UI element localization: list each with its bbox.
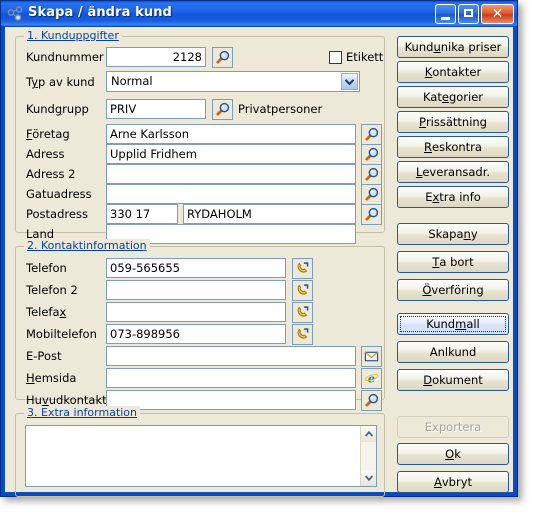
adress-input[interactable]: Upplid Fridhem <box>106 144 356 164</box>
avbryt-button[interactable]: Avbryt <box>397 471 509 493</box>
reskontra-button[interactable]: Reskontra <box>397 136 509 158</box>
overforing-button[interactable]: Överföring <box>397 279 509 301</box>
ok-button[interactable]: Ok <box>397 443 509 465</box>
gatuadress-search-icon-button[interactable] <box>361 184 382 205</box>
adress-label: Adress <box>26 147 65 161</box>
chevron-down-icon[interactable] <box>341 73 358 90</box>
kundnummer-label: Kundnummer <box>26 50 104 64</box>
skapa-ny-button[interactable]: Skapa ny <box>397 223 509 245</box>
kategorier-button[interactable]: Kat e gorier <box>397 86 509 108</box>
epost-input[interactable] <box>106 346 356 366</box>
kontakter-button[interactable]: Kontakter <box>397 61 509 83</box>
etikett-label: Etikett <box>346 50 384 64</box>
kundnummer-search-icon-button[interactable] <box>212 47 233 68</box>
kundgrupp-search-icon-button[interactable] <box>212 99 233 120</box>
dialog-client-area: 1. Kunduppgifter Kundnummer 2128 Etikett… <box>4 26 514 497</box>
typ-av-kund-value: Normal <box>111 74 153 88</box>
minimize-button[interactable] <box>435 4 456 24</box>
typ-av-kund-select[interactable]: Normal <box>106 71 360 92</box>
network-nodes-icon <box>7 6 25 22</box>
telefon2-dial-icon-button[interactable] <box>292 280 313 301</box>
exportera-button: Exportera <box>397 416 509 438</box>
telefax-dial-icon-button[interactable] <box>292 302 313 323</box>
telefon2-label: Telefon 2 <box>26 283 78 297</box>
huvudkontakt-search-icon-button[interactable] <box>361 390 382 411</box>
kundgrupp-input[interactable]: PRIV <box>106 99 206 119</box>
hemsida-input[interactable] <box>106 368 356 388</box>
telefax-input[interactable] <box>106 302 286 322</box>
anlkund-button[interactable]: Anlkund <box>397 341 509 363</box>
title-bar[interactable]: Skapa / ändra kund ✕ <box>1 1 517 27</box>
email-icon-button[interactable] <box>361 346 382 367</box>
adress-search-icon-button[interactable] <box>361 144 382 165</box>
telefon-label: Telefon <box>26 261 67 275</box>
extra-information-scrollbar[interactable] <box>360 426 376 486</box>
extra-info-button[interactable]: Ex tra info <box>397 186 509 208</box>
scroll-up-icon[interactable] <box>361 426 376 442</box>
group-extra-information-title: 3. Extra information <box>24 406 141 419</box>
extra-information-textarea[interactable] <box>25 425 377 487</box>
ort-input[interactable]: RYDAHOLM <box>183 204 356 224</box>
typ-av-kund-label: Typ av kund <box>26 75 95 89</box>
kundmall-button[interactable]: Kundmall <box>397 313 509 335</box>
adress2-search-icon-button[interactable] <box>361 164 382 185</box>
postnummer-input[interactable]: 330 17 <box>106 204 178 224</box>
etikett-checkbox[interactable] <box>329 51 342 64</box>
window-controls: ✕ <box>435 4 514 24</box>
telefax-label: Telefax <box>26 305 67 319</box>
adress2-label: Adress 2 <box>26 167 76 181</box>
mobiltelefon-input[interactable]: 073-898956 <box>106 324 286 344</box>
prissattning-button[interactable]: Prissättning <box>397 111 509 133</box>
group-kontaktinformation: 2. Kontaktinformation Telefon 059-565655… <box>15 239 385 411</box>
gatuadress-label: Gatuadress <box>26 187 92 201</box>
adress2-input[interactable] <box>106 164 356 184</box>
dialog-window: Skapa / ändra kund ✕ 1. Kunduppgifter Ku… <box>0 0 518 497</box>
epost-label: E-Post <box>26 349 62 363</box>
kundgrupp-description: Privatpersoner <box>238 102 323 116</box>
kundnummer-input[interactable]: 2128 <box>106 47 206 67</box>
telefon2-input[interactable] <box>106 280 286 300</box>
foretag-label: Företag <box>26 127 70 141</box>
svg-text:e: e <box>368 371 375 385</box>
postadress-label: Postadress <box>26 207 88 221</box>
scroll-down-icon[interactable] <box>361 470 376 486</box>
group-kunduppgifter-title: 1. Kunduppgifter <box>24 29 122 42</box>
screenshot-root: Skapa / ändra kund ✕ 1. Kunduppgifter Ku… <box>0 0 534 515</box>
telefon-dial-icon-button[interactable] <box>292 258 313 279</box>
hemsida-label: Hemsida <box>26 371 77 385</box>
telefon-input[interactable]: 059-565655 <box>106 258 286 278</box>
foretag-input[interactable]: Arne Karlsson <box>106 124 356 144</box>
postadress-search-icon-button[interactable] <box>361 204 382 225</box>
gatuadress-input[interactable] <box>106 184 356 204</box>
foretag-search-icon-button[interactable] <box>361 124 382 145</box>
huvudkontakt-input[interactable] <box>106 390 356 410</box>
maximize-button[interactable] <box>458 4 479 24</box>
kundunika-priser-button[interactable]: Kund u nika priser <box>397 36 509 58</box>
leveransadr-button[interactable]: Leveransadr. <box>397 161 509 183</box>
browser-icon-button[interactable]: e <box>361 368 382 389</box>
kundgrupp-label: Kundgrupp <box>26 102 89 116</box>
group-extra-information: 3. Extra information <box>15 406 385 497</box>
dokument-button[interactable]: Dokument <box>397 369 509 391</box>
huvudkontakt-label: Huvudkontakt <box>26 393 107 407</box>
mobiltelefon-label: Mobiltelefon <box>26 327 97 341</box>
group-kontaktinformation-title: 2. Kontaktinformation <box>24 239 150 252</box>
window-title: Skapa / ändra kund <box>28 5 172 20</box>
mobiltelefon-dial-icon-button[interactable] <box>292 324 313 345</box>
ta-bort-button[interactable]: Ta bort <box>397 251 509 273</box>
group-kunduppgifter: 1. Kunduppgifter Kundnummer 2128 Etikett… <box>15 29 385 244</box>
close-button[interactable]: ✕ <box>481 4 514 24</box>
